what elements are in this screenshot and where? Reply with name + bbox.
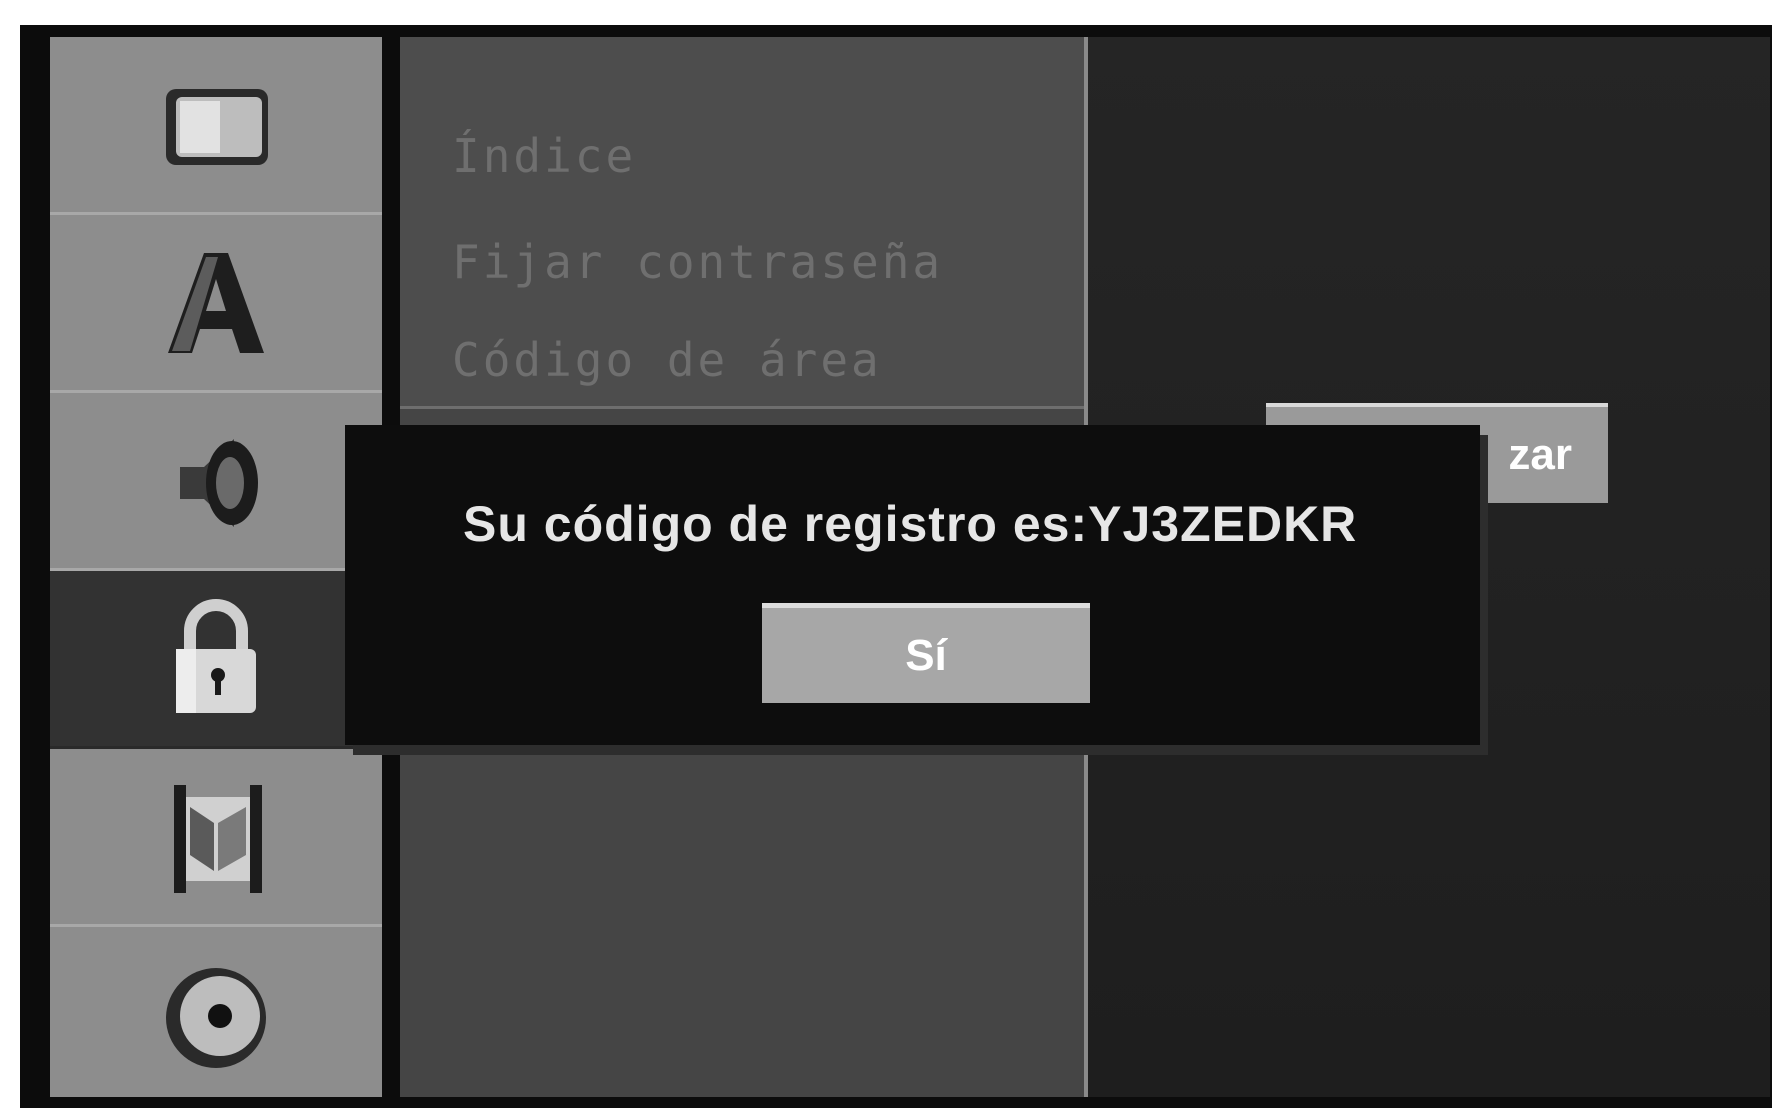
sidebar-item-disc[interactable] (50, 927, 382, 1105)
sidebar-item-lock[interactable] (50, 571, 382, 749)
speaker-icon (180, 438, 258, 527)
submenu-options: Índice Fijar contraseña Código de área (400, 37, 1084, 409)
submenu-item-set-password[interactable]: Fijar contraseña (452, 235, 943, 289)
sidebar-item-display[interactable] (50, 37, 382, 215)
submenu-item-index[interactable]: Índice (452, 129, 636, 183)
lock-icon (176, 598, 256, 713)
registration-code-message: Su código de registro es:YJ3ZEDKR (463, 496, 1358, 552)
sidebar-item-language[interactable] (50, 215, 382, 393)
confirm-yes-button[interactable]: Sí (762, 603, 1090, 703)
disc-icon (166, 968, 266, 1068)
film-strip-icon (174, 784, 262, 893)
submenu-item-area-code[interactable]: Código de área (452, 333, 882, 387)
setup-sidebar (50, 37, 382, 1097)
sidebar-item-recording[interactable] (50, 749, 382, 927)
sidebar-item-audio[interactable] (50, 393, 382, 571)
registration-code-dialog: Su código de registro es:YJ3ZEDKR Sí (345, 425, 1480, 745)
tv-screen: Índice Fijar contraseña Código de área z… (20, 25, 1772, 1108)
language-a-icon (168, 252, 264, 353)
tv-screen-icon (166, 88, 268, 165)
